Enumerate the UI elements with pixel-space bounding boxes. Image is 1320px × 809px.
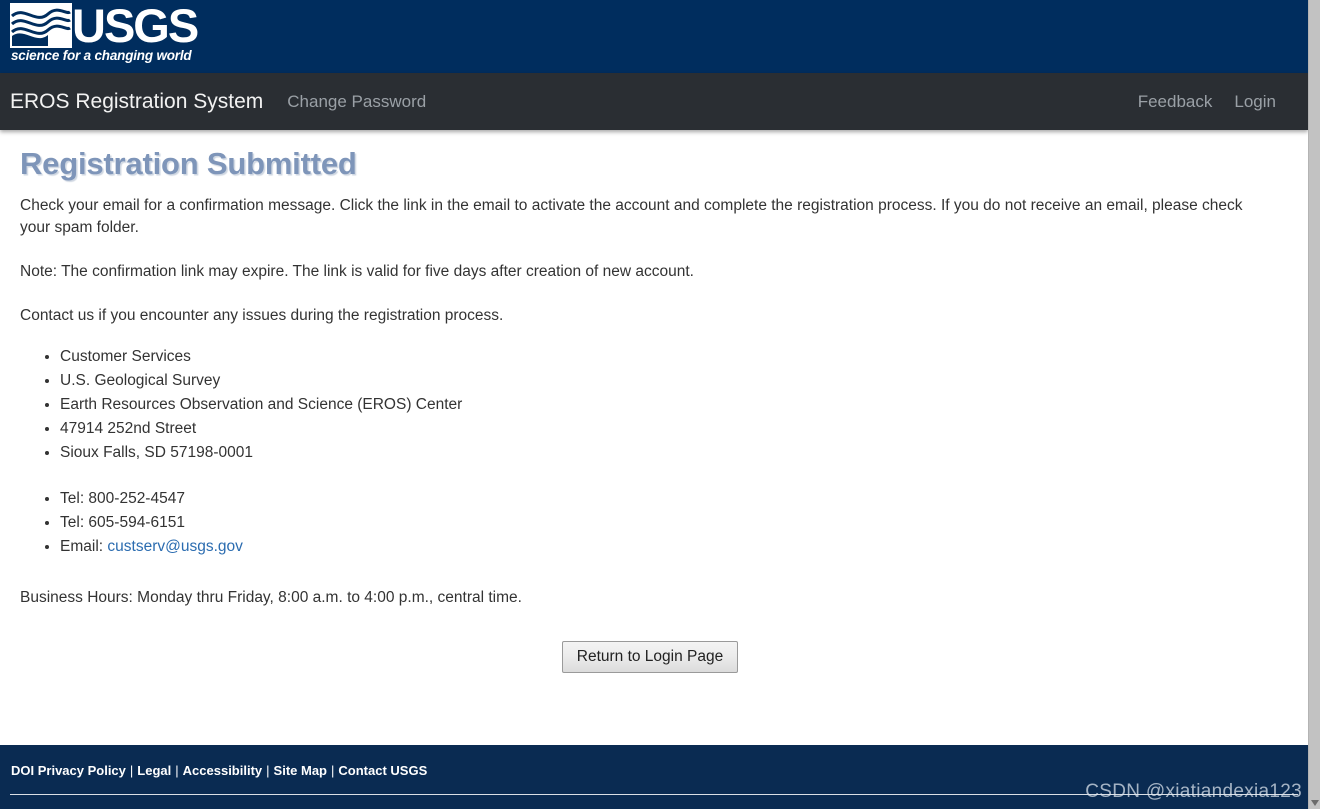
navbar-left-group: EROS Registration System Change Password (10, 90, 426, 114)
usgs-wave-logo-icon (10, 3, 72, 48)
business-hours: Business Hours: Monday thru Friday, 8:00… (20, 589, 522, 606)
main-navbar: EROS Registration System Change Password… (0, 73, 1308, 130)
email-label: Email: (60, 538, 104, 555)
email-link[interactable]: custserv@usgs.gov (107, 538, 242, 555)
page-content: USGS science for a changing world EROS R… (0, 0, 1308, 809)
footer-link-legal[interactable]: Legal (137, 763, 171, 778)
list-item: 47914 252nd Street (60, 417, 1290, 441)
nav-link-feedback[interactable]: Feedback (1138, 92, 1213, 112)
footer-separator: | (129, 763, 134, 778)
list-item: Customer Services (60, 345, 1290, 369)
list-item: Earth Resources Observation and Science … (60, 393, 1290, 417)
scroll-down-arrow-icon[interactable] (1309, 797, 1320, 809)
main-content: Registration Submitted Check your email … (0, 130, 1308, 673)
usgs-logo[interactable]: USGS science for a changing world (10, 1, 199, 67)
usgs-header-banner: USGS science for a changing world (0, 0, 1308, 73)
list-item: Sioux Falls, SD 57198-0001 (60, 441, 1290, 465)
vertical-scrollbar[interactable] (1308, 0, 1320, 809)
footer-separator: | (266, 763, 270, 778)
page-footer: DOI Privacy Policy | Legal | Accessibility | S… (0, 745, 1308, 809)
navbar-right-group: Feedback Login (1138, 92, 1308, 112)
usgs-wordmark: USGS (72, 0, 199, 52)
footer-link-doi-privacy-policy[interactable]: DOI Privacy Policy (11, 763, 126, 778)
app-title: EROS Registration System (10, 89, 264, 113)
footer-separator: | (331, 763, 335, 778)
list-item-phone-primary: Tel: 800-252-4547 (60, 487, 1290, 511)
nav-link-login[interactable]: Login (1234, 92, 1276, 112)
footer-link-site-map[interactable]: Site Map (274, 763, 327, 778)
button-row: Return to Login Page (20, 641, 1290, 673)
usgs-tagline: science for a changing world (11, 48, 192, 63)
browser-viewport: USGS science for a changing world EROS R… (0, 0, 1320, 809)
footer-link-bar: DOI Privacy Policy | Legal | Accessibility | S… (11, 763, 427, 778)
confirmation-message: Check your email for a confirmation mess… (20, 197, 1243, 236)
footer-divider (10, 794, 1298, 795)
list-item-email: Email: custserv@usgs.gov (60, 535, 1290, 559)
nav-link-change-password[interactable]: Change Password (287, 92, 426, 112)
contact-details-list: Tel: 800-252-4547 Tel: 605-594-6151 Emai… (20, 487, 1290, 559)
footer-link-accessibility[interactable]: Accessibility (183, 763, 263, 778)
contact-prompt: Contact us if you encounter any issues d… (20, 307, 504, 324)
footer-separator: | (175, 763, 179, 778)
footer-link-contact-usgs[interactable]: Contact USGS (338, 763, 427, 778)
expiry-note: Note: The confirmation link may expire. … (20, 263, 694, 280)
list-item: U.S. Geological Survey (60, 369, 1290, 393)
list-item-phone-secondary: Tel: 605-594-6151 (60, 511, 1290, 535)
page-title: Registration Submitted (20, 146, 357, 181)
return-to-login-button[interactable]: Return to Login Page (561, 641, 739, 673)
address-list: Customer Services U.S. Geological Survey… (20, 345, 1290, 465)
